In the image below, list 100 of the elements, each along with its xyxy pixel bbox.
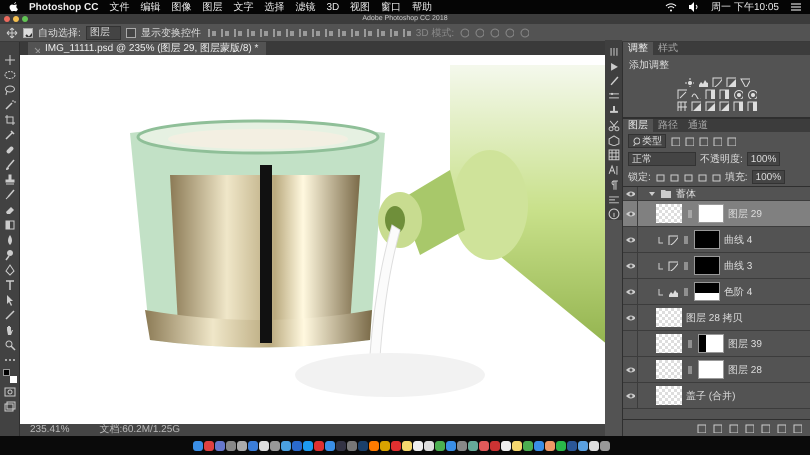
eye-icon[interactable] xyxy=(625,234,635,244)
align-icon[interactable] xyxy=(322,26,333,38)
layer-row[interactable]: 盖子 (合并) xyxy=(623,383,810,409)
align-icon[interactable] xyxy=(310,26,320,38)
menu-item[interactable]: 图像 xyxy=(171,0,192,14)
type-tool-icon[interactable] xyxy=(4,279,16,291)
invert-icon[interactable] xyxy=(690,101,700,111)
opacity-field[interactable]: 100% xyxy=(746,152,780,166)
layer-row[interactable]: 图层 39 xyxy=(623,331,810,357)
lasso-tool-icon[interactable] xyxy=(4,84,16,96)
menu-item[interactable]: 文字 xyxy=(233,0,254,14)
eye-icon[interactable] xyxy=(625,286,635,296)
align-icon[interactable] xyxy=(232,26,242,38)
quick-mask-icon[interactable] xyxy=(4,386,16,398)
zoom-button[interactable] xyxy=(22,16,28,22)
document-tab[interactable]: IMG_11111.psd @ 235% (图层 29, 图层蒙版/8) * xyxy=(28,42,266,55)
align-icon[interactable] xyxy=(348,26,359,38)
curves-icon[interactable] xyxy=(668,260,678,270)
gradient-fill-icon[interactable] xyxy=(746,101,756,111)
panel-tab[interactable]: 调整 xyxy=(623,42,653,55)
panel-tab[interactable]: 路径 xyxy=(653,119,683,132)
marquee-tool-icon[interactable] xyxy=(4,69,16,81)
align-icon[interactable] xyxy=(336,26,346,38)
wifi-icon[interactable] xyxy=(665,1,678,13)
panel-tab[interactable]: 图层 xyxy=(623,119,653,132)
align-icon[interactable] xyxy=(258,26,268,38)
align-icon[interactable] xyxy=(296,26,307,38)
search-icon[interactable] xyxy=(632,136,640,146)
layer-dropdown[interactable]: 图层 xyxy=(86,26,121,40)
align-icon[interactable] xyxy=(270,26,281,38)
panel-tab[interactable]: 样式 xyxy=(653,42,683,55)
zoom-tool-icon[interactable] xyxy=(4,339,16,351)
align-icon[interactable] xyxy=(218,26,229,38)
menu-item[interactable]: 文件 xyxy=(109,0,130,14)
eraser-tool-icon[interactable] xyxy=(4,204,16,216)
menu-item[interactable]: 滤镜 xyxy=(295,0,316,14)
selective-color-icon[interactable] xyxy=(732,101,742,111)
curves-icon[interactable] xyxy=(668,234,678,244)
align-icon[interactable] xyxy=(388,26,398,38)
app-menu[interactable]: Photoshop CC xyxy=(29,2,98,12)
character-icon[interactable] xyxy=(608,164,620,176)
eye-icon[interactable] xyxy=(625,390,635,400)
grid-icon[interactable] xyxy=(608,149,620,161)
balance-icon[interactable] xyxy=(704,89,714,99)
background-swatch[interactable] xyxy=(10,376,16,383)
apple-icon[interactable] xyxy=(8,1,18,13)
menu-item[interactable]: 窗口 xyxy=(381,0,402,14)
eye-icon[interactable] xyxy=(625,188,635,198)
checkbox[interactable] xyxy=(126,28,136,38)
pen-tool-icon[interactable] xyxy=(4,264,16,276)
history-icon[interactable] xyxy=(608,46,620,58)
gradient-tool-icon[interactable] xyxy=(4,219,16,231)
menu-item[interactable]: 视图 xyxy=(350,0,370,14)
line-tool-icon[interactable] xyxy=(4,309,16,321)
list-menu-icon[interactable] xyxy=(790,1,802,13)
gradient-map-icon[interactable] xyxy=(740,77,750,87)
lookup-icon[interactable] xyxy=(676,101,686,111)
vibrance-icon[interactable] xyxy=(676,89,686,99)
dodge-tool-icon[interactable] xyxy=(4,249,16,261)
menu-item[interactable]: 3D xyxy=(326,2,340,12)
menu-item[interactable]: 选择 xyxy=(264,0,284,14)
fill-field[interactable]: 100% xyxy=(752,170,786,184)
scissors-icon[interactable] xyxy=(608,120,620,132)
wand-tool-icon[interactable] xyxy=(4,99,16,111)
threshold-icon[interactable] xyxy=(718,101,728,111)
menu-item[interactable]: 编辑 xyxy=(140,0,160,14)
screen-mode-icon[interactable] xyxy=(4,401,16,413)
layer-row[interactable]: 曲线 3 xyxy=(623,253,810,279)
blend-mode-dropdown[interactable]: 正常 xyxy=(628,152,696,166)
align-icon[interactable] xyxy=(362,26,372,38)
photo-filter-icon[interactable] xyxy=(732,89,742,99)
align-icon[interactable] xyxy=(284,26,294,38)
align-icon[interactable] xyxy=(400,26,411,38)
crop-tool-icon[interactable] xyxy=(4,114,16,126)
checkbox[interactable] xyxy=(23,28,33,38)
eyedropper-tool-icon[interactable] xyxy=(4,129,16,141)
layer-row[interactable]: 色阶 4 xyxy=(623,279,810,305)
menu-item[interactable]: 帮助 xyxy=(412,0,432,14)
eye-icon[interactable] xyxy=(625,260,635,270)
panel-tab[interactable]: 通道 xyxy=(683,119,713,132)
align-icon[interactable] xyxy=(206,26,216,38)
layer-row[interactable]: 图层 28 xyxy=(623,357,810,383)
layer-row[interactable]: 图层 28 拷贝 xyxy=(623,305,810,331)
brightness-icon[interactable] xyxy=(684,77,694,87)
align-icon[interactable] xyxy=(244,26,255,38)
menu-item[interactable]: 图层 xyxy=(202,0,222,14)
eye-icon[interactable] xyxy=(625,364,635,374)
speaker-icon[interactable] xyxy=(688,1,700,13)
layer-row[interactable]: 曲线 4 xyxy=(623,227,810,253)
caret-icon[interactable] xyxy=(648,190,656,198)
exposure-icon[interactable] xyxy=(726,77,736,87)
foreground-swatch[interactable] xyxy=(2,369,10,376)
close-button[interactable] xyxy=(4,16,10,22)
cube-icon[interactable] xyxy=(608,134,620,146)
move-tool-icon[interactable] xyxy=(6,26,18,38)
move-tool-icon[interactable] xyxy=(4,54,16,66)
curves-icon[interactable] xyxy=(712,77,722,87)
eye-icon[interactable] xyxy=(625,208,635,218)
glyphs-icon[interactable] xyxy=(608,194,620,206)
stamp-tool-icon[interactable] xyxy=(4,174,16,186)
